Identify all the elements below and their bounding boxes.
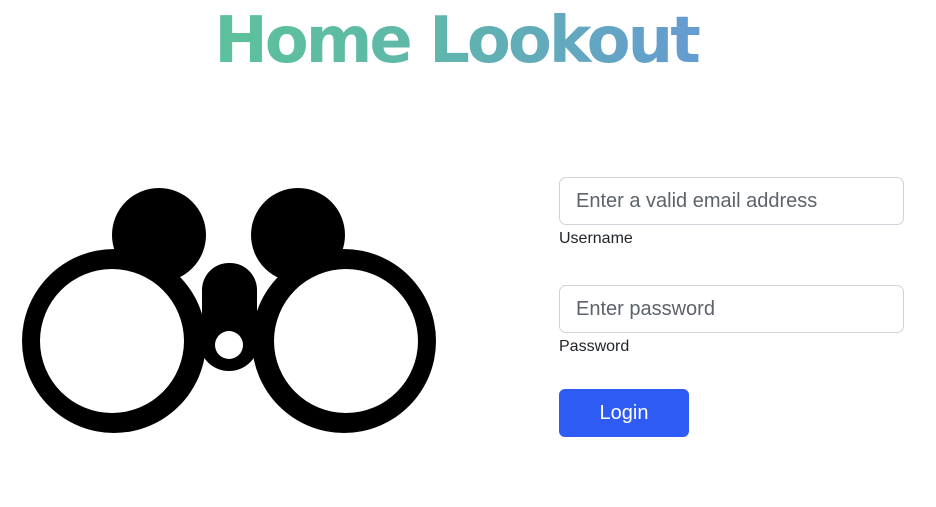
binoculars-icon — [22, 188, 436, 433]
email-field[interactable] — [559, 177, 904, 225]
username-label: Username — [559, 230, 633, 247]
login-form: Username Password Login — [559, 177, 904, 437]
app-title: Home Lookout — [0, 0, 912, 82]
username-group: Username — [559, 177, 904, 249]
password-field[interactable] — [559, 285, 904, 333]
password-group: Password — [559, 285, 904, 357]
login-page: Home Lookout Username Password Login — [0, 0, 936, 507]
password-label: Password — [559, 338, 630, 355]
login-button[interactable]: Login — [559, 389, 689, 437]
